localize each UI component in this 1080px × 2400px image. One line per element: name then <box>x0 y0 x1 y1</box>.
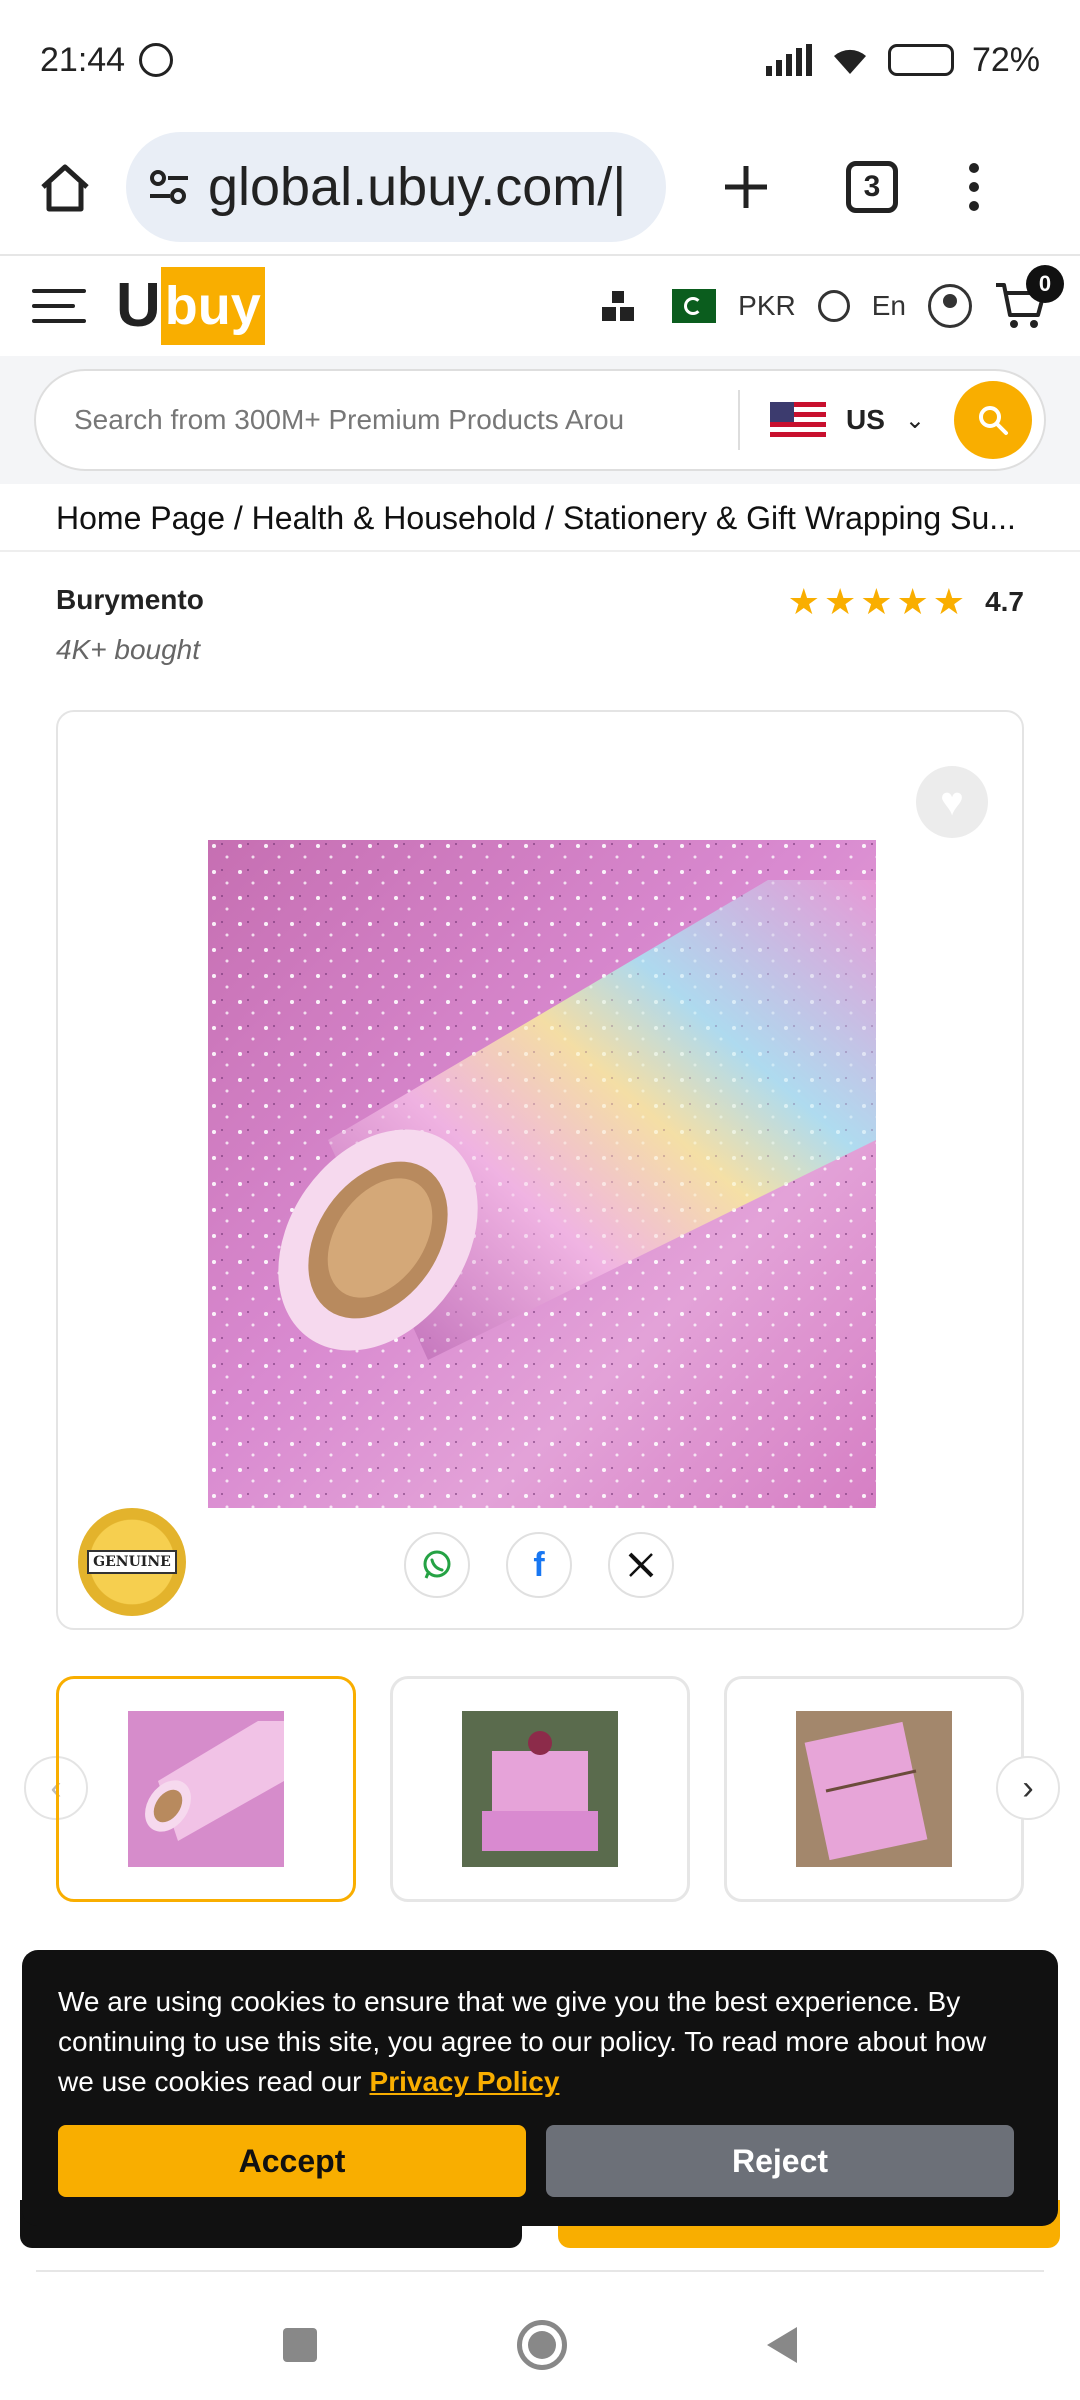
rating-value: 4.7 <box>985 586 1024 617</box>
currency-selector[interactable]: PKR <box>738 290 796 322</box>
status-time: 21:44 <box>40 40 126 79</box>
bought-count: 4K+ bought <box>56 634 201 665</box>
thumbnail-item[interactable] <box>390 1676 690 1902</box>
genuine-badge-label: GENUINE <box>87 1550 177 1574</box>
accept-cookies-button[interactable]: Accept <box>58 2125 526 2197</box>
ubuy-logo[interactable]: Ubuy <box>116 266 265 346</box>
plus-icon <box>725 166 767 208</box>
heart-icon: ♥ <box>940 779 964 824</box>
header-actions: PKR En 0 <box>600 265 1064 331</box>
language-selector[interactable]: En <box>872 290 906 322</box>
share-facebook-button[interactable]: f <box>506 1532 572 1598</box>
star-icon: ★ <box>787 581 820 622</box>
breadcrumb[interactable]: Home Page / Health & Household / Station… <box>56 490 1026 546</box>
thumbnail-roll-image <box>128 1711 284 1867</box>
cookie-consent-banner: We are using cookies to ensure that we g… <box>22 1950 1058 2226</box>
hamburger-menu-icon[interactable] <box>32 289 86 323</box>
thumbnail-next-button[interactable]: › <box>996 1756 1060 1820</box>
recents-button[interactable] <box>283 2328 317 2362</box>
share-x-button[interactable] <box>608 1532 674 1598</box>
home-button[interactable] <box>30 152 100 222</box>
facebook-icon: f <box>533 1545 545 1584</box>
browser-toolbar: global.ubuy.com/| 3 <box>0 120 1080 256</box>
cookie-buttons: Accept Reject <box>58 2125 1014 2197</box>
back-button[interactable] <box>767 2327 797 2363</box>
status-right: 72% <box>765 40 1040 80</box>
chevron-down-icon[interactable]: ⌄ <box>905 406 925 435</box>
search-divider <box>738 390 740 450</box>
thumbnail-wrapped-gift-image <box>796 1711 952 1867</box>
us-flag-icon[interactable] <box>770 402 826 438</box>
search-icon <box>979 406 1008 435</box>
pakistan-flag-icon[interactable] <box>658 289 717 323</box>
account-icon[interactable] <box>928 284 972 328</box>
site-settings-icon[interactable] <box>146 164 192 210</box>
share-whatsapp-button[interactable] <box>404 1532 470 1598</box>
whatsapp-notification-icon <box>139 43 174 77</box>
star-icon: ★ <box>860 581 893 622</box>
cart-count-badge: 0 <box>1026 265 1064 303</box>
product-rating[interactable]: ★ ★ ★ ★ ★ 4.7 <box>788 584 1024 620</box>
bottom-divider <box>36 2270 1044 2272</box>
store-country-selector[interactable]: US <box>846 404 885 436</box>
address-bar[interactable]: global.ubuy.com/| <box>126 132 666 242</box>
privacy-policy-link[interactable]: Privacy Policy <box>370 2066 560 2097</box>
product-brand[interactable]: Burymento <box>56 584 204 616</box>
logo-suffix: buy <box>160 267 265 345</box>
status-left: 21:44 <box>40 40 174 80</box>
wrapping-paper-roll-image <box>208 840 876 1508</box>
whatsapp-icon <box>423 1550 451 1579</box>
site-header: Ubuy PKR En 0 <box>0 256 1080 356</box>
thumbnail-item[interactable] <box>56 1676 356 1902</box>
cart-button[interactable]: 0 <box>994 265 1064 331</box>
globe-icon[interactable] <box>817 290 850 322</box>
genuine-badge: GENUINE <box>78 1508 186 1616</box>
search-box: Search from 300M+ Premium Products Arou … <box>34 369 1046 471</box>
logo-prefix: U <box>116 271 161 340</box>
search-section: Search from 300M+ Premium Products Arou … <box>0 356 1080 484</box>
star-icon: ★ <box>932 581 966 622</box>
wifi-icon <box>833 49 866 74</box>
battery-icon <box>887 44 954 76</box>
tab-switcher-button[interactable]: 3 <box>846 161 898 213</box>
product-image-card: ♥ GENUINE f <box>56 710 1024 1630</box>
new-tab-button[interactable] <box>706 147 786 227</box>
star-icon: ★ <box>823 581 857 622</box>
search-input[interactable]: Search from 300M+ Premium Products Arou <box>74 404 714 436</box>
signal-icon <box>765 44 812 76</box>
chevron-right-icon: › <box>1022 1768 1034 1807</box>
browser-menu-button[interactable] <box>964 163 984 211</box>
search-button[interactable] <box>954 381 1032 459</box>
battery-level: 72% <box>971 40 1040 79</box>
thumbnail-carousel <box>56 1676 1024 1902</box>
reject-cookies-button[interactable]: Reject <box>546 2125 1014 2197</box>
thumbnail-item[interactable] <box>724 1676 1024 1902</box>
thumbnail-gift-boxes-image <box>462 1711 618 1867</box>
home-icon <box>41 164 89 212</box>
star-icon: ★ <box>896 581 929 622</box>
x-icon <box>628 1552 654 1578</box>
android-navigation-bar <box>0 2290 1080 2400</box>
product-main-image[interactable] <box>208 840 876 1508</box>
breadcrumb-divider <box>0 550 1080 552</box>
status-bar: 21:44 72% <box>0 0 1080 120</box>
url-text: global.ubuy.com/| <box>208 157 627 217</box>
cookie-message: We are using cookies to ensure that we g… <box>58 1982 1022 2102</box>
share-buttons: f <box>404 1532 674 1598</box>
wishlist-button[interactable]: ♥ <box>916 766 988 838</box>
store-locator-icon[interactable] <box>600 289 636 323</box>
home-nav-button[interactable] <box>517 2320 567 2370</box>
